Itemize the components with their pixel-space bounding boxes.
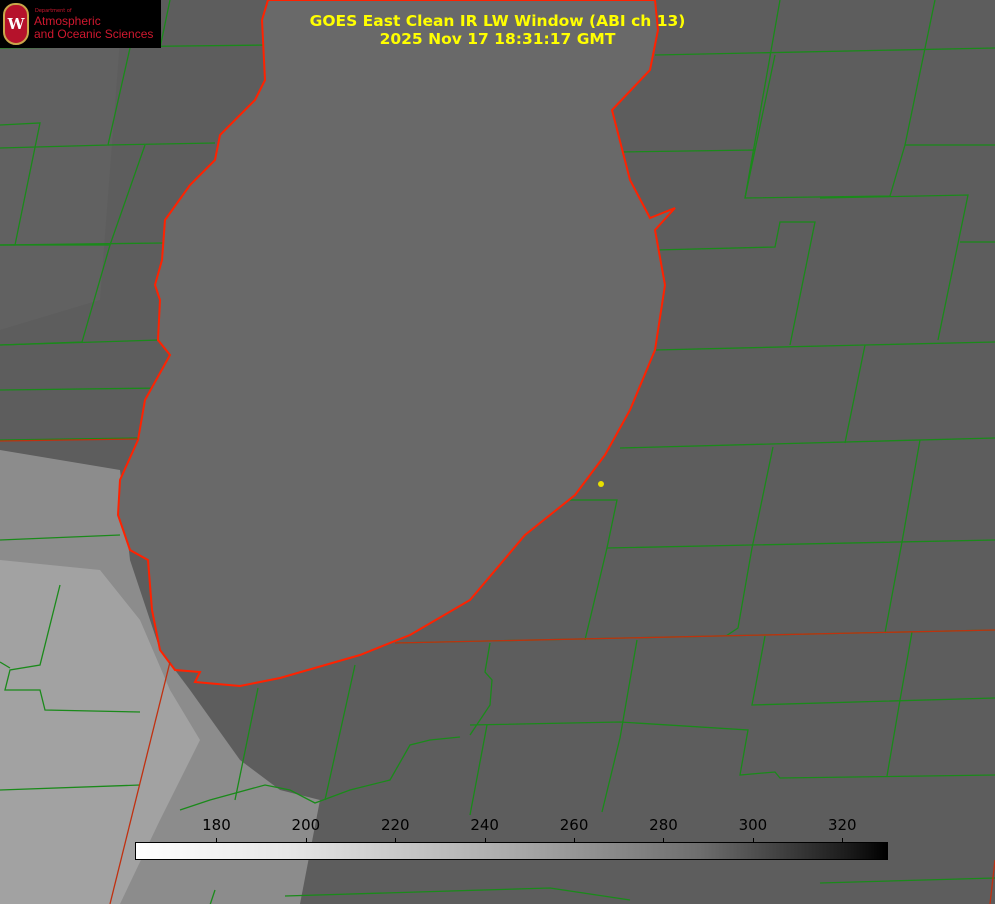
colorbar-tick: [216, 838, 218, 843]
colorbar-tick: [305, 838, 307, 843]
colorbar-tick-label: 280: [649, 816, 678, 834]
colorbar-tick: [395, 838, 397, 843]
colorbar-tick-label: 300: [738, 816, 768, 834]
location-marker: [598, 481, 604, 487]
colorbar: 180 200 220 240 260 280 300 320: [135, 816, 888, 860]
colorbar-tick-label: 240: [470, 816, 499, 834]
colorbar-tick: [663, 838, 665, 843]
colorbar-tick-label: 320: [827, 816, 857, 834]
colorbar-tick-label: 200: [291, 816, 321, 834]
satellite-image-viewer: W Department of Atmospheric and Oceanic …: [0, 0, 995, 904]
colorbar-tick: [752, 838, 754, 843]
title-line1: GOES East Clean IR LW Window (ABI ch 13): [309, 12, 686, 30]
title-timestamp: 2025 Nov 17 18:31:17 GMT: [379, 30, 616, 48]
colorbar-tick: [574, 838, 576, 843]
colorbar-tick-label: 260: [559, 816, 589, 834]
colorbar-tick: [484, 838, 486, 843]
ir-satellite-map: [0, 0, 995, 904]
image-title: GOES East Clean IR LW Window (ABI ch 13)…: [0, 12, 995, 48]
colorbar-tick: [842, 838, 844, 843]
colorbar-tick-label: 180: [202, 816, 231, 834]
colorbar-tick-label: 220: [380, 816, 410, 834]
